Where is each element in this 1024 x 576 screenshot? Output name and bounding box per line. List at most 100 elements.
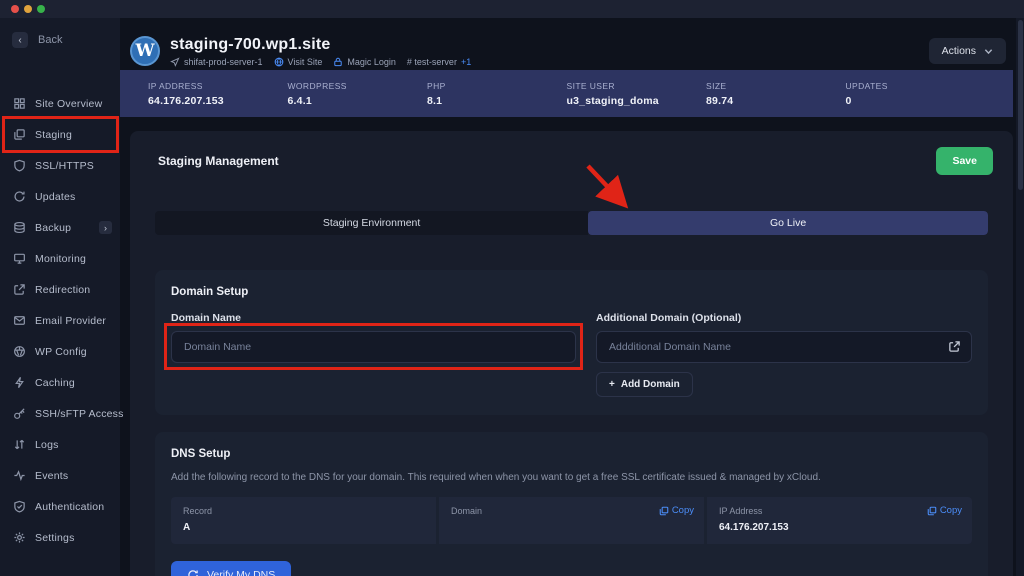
page-title: staging-700.wp1.site [170, 36, 471, 54]
back-label: Back [38, 34, 62, 46]
sidebar-item-label: Authentication [35, 501, 104, 513]
sidebar-item-ssh-sftp-access[interactable]: SSH/sFTP Access [0, 398, 120, 429]
stat-value: u3_staging_doma [567, 95, 707, 107]
mail-icon [13, 314, 26, 327]
chevron-left-icon: ‹ [12, 32, 28, 48]
dns-record-label: Domain [451, 506, 692, 516]
server-icon [170, 57, 180, 67]
backup-icon [13, 221, 26, 234]
chevron-right-icon[interactable]: › [99, 221, 112, 234]
dns-record-value: A [183, 522, 424, 533]
stat-value: 8.1 [427, 95, 567, 107]
external-link-icon[interactable] [948, 340, 961, 353]
sidebar-item-label: Staging [35, 129, 72, 141]
domain-name-label: Domain Name [171, 312, 576, 324]
sidebar-item-caching[interactable]: Caching [0, 367, 120, 398]
plus-icon: + [609, 379, 615, 390]
sidebar-item-site-overview[interactable]: Site Overview [0, 88, 120, 119]
sidebar: ‹ Back Site Overview Staging SSL/HTTPS Upda… [0, 18, 120, 576]
dns-record-table: RecordADomainCopyIP Address64.176.207.15… [171, 497, 972, 544]
sidebar-item-label: Settings [35, 532, 75, 544]
sidebar-item-events[interactable]: Events [0, 460, 120, 491]
close-window-button[interactable] [11, 5, 19, 13]
sidebar-item-label: Caching [35, 377, 75, 389]
back-button[interactable]: ‹ Back [12, 32, 120, 48]
scrollbar-thumb[interactable] [1018, 20, 1023, 190]
domain-setup-panel: Domain Setup Domain Name Additional Doma… [155, 270, 988, 415]
redirect-icon [13, 283, 26, 296]
stat-value: 89.74 [706, 95, 846, 107]
tab-staging-environment[interactable]: Staging Environment [155, 211, 588, 235]
sidebar-item-label: Events [35, 470, 68, 482]
globe-icon [274, 57, 284, 67]
key-icon [13, 407, 26, 420]
window-titlebar [0, 0, 1024, 18]
staging-tabs: Staging Environment Go Live [155, 211, 988, 235]
stat-label: PHP [427, 81, 567, 91]
sidebar-item-backup[interactable]: Backup › [0, 212, 120, 243]
sidebar-item-email-provider[interactable]: Email Provider [0, 305, 120, 336]
stat-updates: UPDATES 0 [846, 81, 986, 107]
sidebar-item-ssl-https[interactable]: SSL/HTTPS [0, 150, 120, 181]
staging-management-card: Staging Management Save Staging Environm… [130, 131, 1013, 576]
shield-icon [13, 159, 26, 172]
copy-icon [659, 506, 669, 516]
sidebar-item-logs[interactable]: Logs [0, 429, 120, 460]
copy-button[interactable]: Copy [659, 505, 694, 516]
dns-record-label: Record [183, 506, 424, 516]
minimize-window-button[interactable] [24, 5, 32, 13]
server-link[interactable]: shifat-prod-server-1 [170, 57, 263, 67]
sidebar-item-authentication[interactable]: Authentication [0, 491, 120, 522]
tab-go-live[interactable]: Go Live [588, 211, 988, 235]
add-domain-button[interactable]: + Add Domain [596, 372, 693, 397]
site-tag[interactable]: # test-server +1 [407, 57, 471, 67]
wordpress-logo-icon: W [130, 36, 160, 66]
stat-ip-address: IP ADDRESS64.176.207.153 [148, 81, 288, 107]
lightning-icon [13, 376, 26, 389]
sidebar-item-label: Updates [35, 191, 76, 203]
sidebar-item-wp-config[interactable]: WP Config [0, 336, 120, 367]
dns-setup-title: DNS Setup [171, 448, 972, 460]
stat-site-user: SITE USER u3_staging_doma [567, 81, 707, 107]
sidebar-item-label: Backup [35, 222, 71, 234]
grid-icon [13, 97, 26, 110]
sidebar-item-redirection[interactable]: Redirection [0, 274, 120, 305]
actions-button[interactable]: Actions [929, 38, 1006, 64]
dns-record-label: IP Address [719, 506, 960, 516]
site-info-bar: IP ADDRESS64.176.207.153WORDPRESS 6.4.1 PH… [120, 70, 1013, 117]
lock-icon [333, 57, 343, 67]
stat-value: 0 [846, 95, 986, 107]
sidebar-item-label: SSH/sFTP Access [35, 408, 124, 420]
stat-label: UPDATES [846, 81, 986, 91]
stat-label: WORDPRESS [288, 81, 428, 91]
additional-domain-input[interactable] [596, 331, 972, 363]
sidebar-item-settings[interactable]: Settings [0, 522, 120, 553]
domain-name-input[interactable] [171, 331, 576, 363]
stat-wordpress: WORDPRESS 6.4.1 [288, 81, 428, 107]
stat-label: SITE USER [567, 81, 707, 91]
tag-more-badge[interactable]: +1 [461, 57, 471, 67]
sidebar-item-label: Site Overview [35, 98, 102, 110]
save-button[interactable]: Save [936, 147, 993, 175]
visit-site-link[interactable]: Visit Site [274, 57, 323, 67]
sidebar-item-label: Redirection [35, 284, 90, 296]
maximize-window-button[interactable] [37, 5, 45, 13]
refresh-icon [13, 190, 26, 203]
sidebar-item-monitoring[interactable]: Monitoring [0, 243, 120, 274]
sidebar-item-staging[interactable]: Staging [0, 119, 120, 150]
stat-value: 6.4.1 [288, 95, 428, 107]
copy-icon [927, 506, 937, 516]
sidebar-item-label: Monitoring [35, 253, 86, 265]
stat-size: SIZE 89.74 [706, 81, 846, 107]
verify-dns-button[interactable]: Verify My DNS [171, 561, 291, 576]
sidebar-item-updates[interactable]: Updates [0, 181, 120, 212]
dns-setup-description: Add the following record to the DNS for … [171, 472, 972, 483]
scrollbar[interactable] [1016, 18, 1024, 576]
chevron-down-icon [984, 47, 993, 56]
dns-cell-ip-address: IP Address64.176.207.153Copy [707, 497, 972, 544]
refresh-icon [187, 569, 199, 576]
copy-button[interactable]: Copy [927, 505, 962, 516]
magic-login-link[interactable]: Magic Login [333, 57, 396, 67]
monitor-icon [13, 252, 26, 265]
stat-label: SIZE [706, 81, 846, 91]
